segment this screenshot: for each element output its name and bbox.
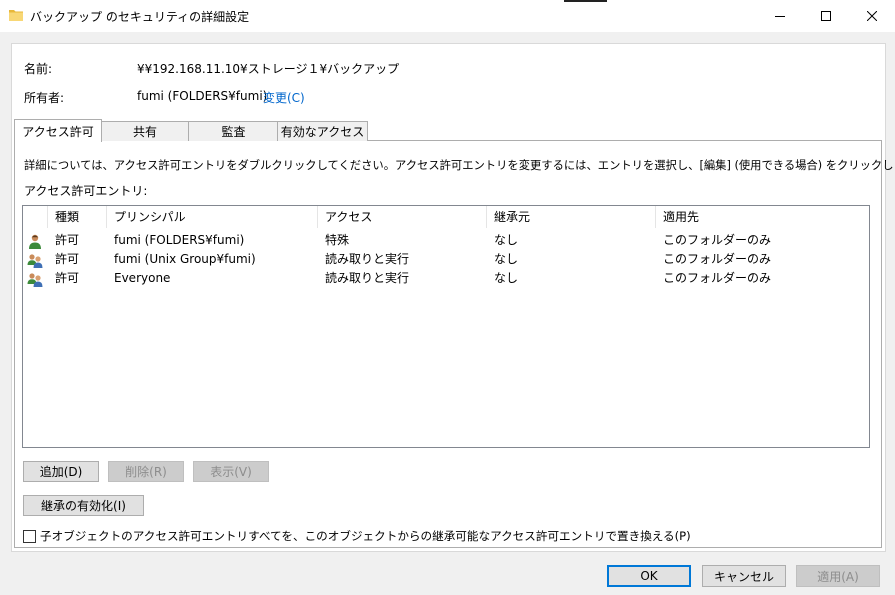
entry-principal: fumi (FOLDERS¥fumi) [114, 233, 245, 247]
table-row[interactable]: 許可 Everyone 読み取りと実行 なし このフォルダーのみ [23, 269, 869, 288]
column-header-row: 種類 プリンシパル アクセス 継承元 適用先 [23, 206, 869, 228]
column-inherited-from[interactable]: 継承元 [487, 206, 656, 228]
tab-label: アクセス許可 [22, 124, 94, 139]
enable-inheritance-button[interactable]: 継承の有効化(I) [23, 495, 144, 516]
entry-access: 特殊 [325, 233, 350, 247]
tab-share[interactable]: 共有 [100, 121, 190, 141]
entry-access: 読み取りと実行 [325, 271, 410, 285]
owner-value: fumi (FOLDERS¥fumi) [137, 89, 268, 103]
entry-applies-to: このフォルダーのみ [663, 233, 772, 247]
tab-auditing[interactable]: 監査 [188, 121, 279, 141]
owner-label: 所有者: [24, 91, 65, 105]
close-icon [867, 11, 877, 21]
tab-label: 共有 [132, 125, 157, 139]
close-button[interactable] [849, 0, 895, 32]
title-bar: バックアップ のセキュリティの詳細設定 [0, 0, 895, 32]
user-icon [29, 234, 41, 249]
entry-type: 許可 [55, 271, 80, 285]
entry-applies-to: このフォルダーのみ [663, 271, 772, 285]
entry-access: 読み取りと実行 [325, 252, 410, 266]
column-applies-to[interactable]: 適用先 [656, 206, 869, 228]
maximize-button[interactable] [803, 0, 849, 32]
group-icon [27, 273, 43, 287]
apply-button[interactable]: 適用(A) [796, 565, 880, 587]
folder-icon [9, 10, 23, 21]
entry-type: 許可 [55, 233, 80, 247]
window-title: バックアップ のセキュリティの詳細設定 [30, 10, 250, 24]
table-row[interactable]: 許可 fumi (Unix Group¥fumi) 読み取りと実行 なし このフ… [23, 250, 869, 269]
ok-button[interactable]: OK [607, 565, 691, 587]
minimize-button[interactable] [757, 0, 803, 32]
tab-label: 監査 [221, 125, 246, 139]
name-label: 名前: [24, 62, 53, 76]
replace-child-permissions-label[interactable]: 子オブジェクトのアクセス許可エントリすべてを、このオブジェクトからの継承可能なア… [40, 528, 691, 544]
entry-applies-to: このフォルダーのみ [663, 252, 772, 266]
column-access[interactable]: アクセス [318, 206, 487, 228]
replace-child-permissions-checkbox[interactable] [23, 530, 36, 543]
tab-label: 有効なアクセス [280, 125, 365, 139]
entry-inherited-from: なし [494, 233, 519, 247]
minimize-icon [775, 16, 785, 17]
maximize-icon [821, 11, 831, 21]
tab-permissions[interactable]: アクセス許可 [14, 119, 102, 142]
entry-type: 許可 [55, 252, 80, 266]
add-button[interactable]: 追加(D) [23, 461, 99, 482]
change-owner-link[interactable]: 変更(C) [263, 89, 305, 106]
title-bar-accent [564, 0, 607, 2]
permission-entries-list[interactable]: 種類 プリンシパル アクセス 継承元 適用先 許可 fumi (FOLDERS¥… [22, 205, 870, 448]
column-principal[interactable]: プリンシパル [107, 206, 318, 228]
entry-principal: Everyone [114, 271, 171, 285]
cancel-button[interactable]: キャンセル [702, 565, 786, 587]
entry-inherited-from: なし [494, 252, 519, 266]
table-row[interactable]: 許可 fumi (FOLDERS¥fumi) 特殊 なし このフォルダーのみ [23, 231, 869, 250]
column-icon [23, 206, 48, 228]
group-icon [27, 254, 43, 268]
entries-label: アクセス許可エントリ: [24, 184, 148, 198]
tab-effective-access[interactable]: 有効なアクセス [277, 121, 368, 141]
column-type[interactable]: 種類 [48, 206, 107, 228]
entry-inherited-from: なし [494, 271, 519, 285]
view-button[interactable]: 表示(V) [193, 461, 269, 482]
description-text: 詳細については、アクセス許可エントリをダブルクリックしてください。アクセス許可エ… [24, 159, 895, 172]
entry-principal: fumi (Unix Group¥fumi) [114, 252, 256, 266]
name-value: ¥¥192.168.11.10¥ストレージ１¥バックアップ [137, 62, 400, 76]
remove-button[interactable]: 削除(R) [108, 461, 184, 482]
